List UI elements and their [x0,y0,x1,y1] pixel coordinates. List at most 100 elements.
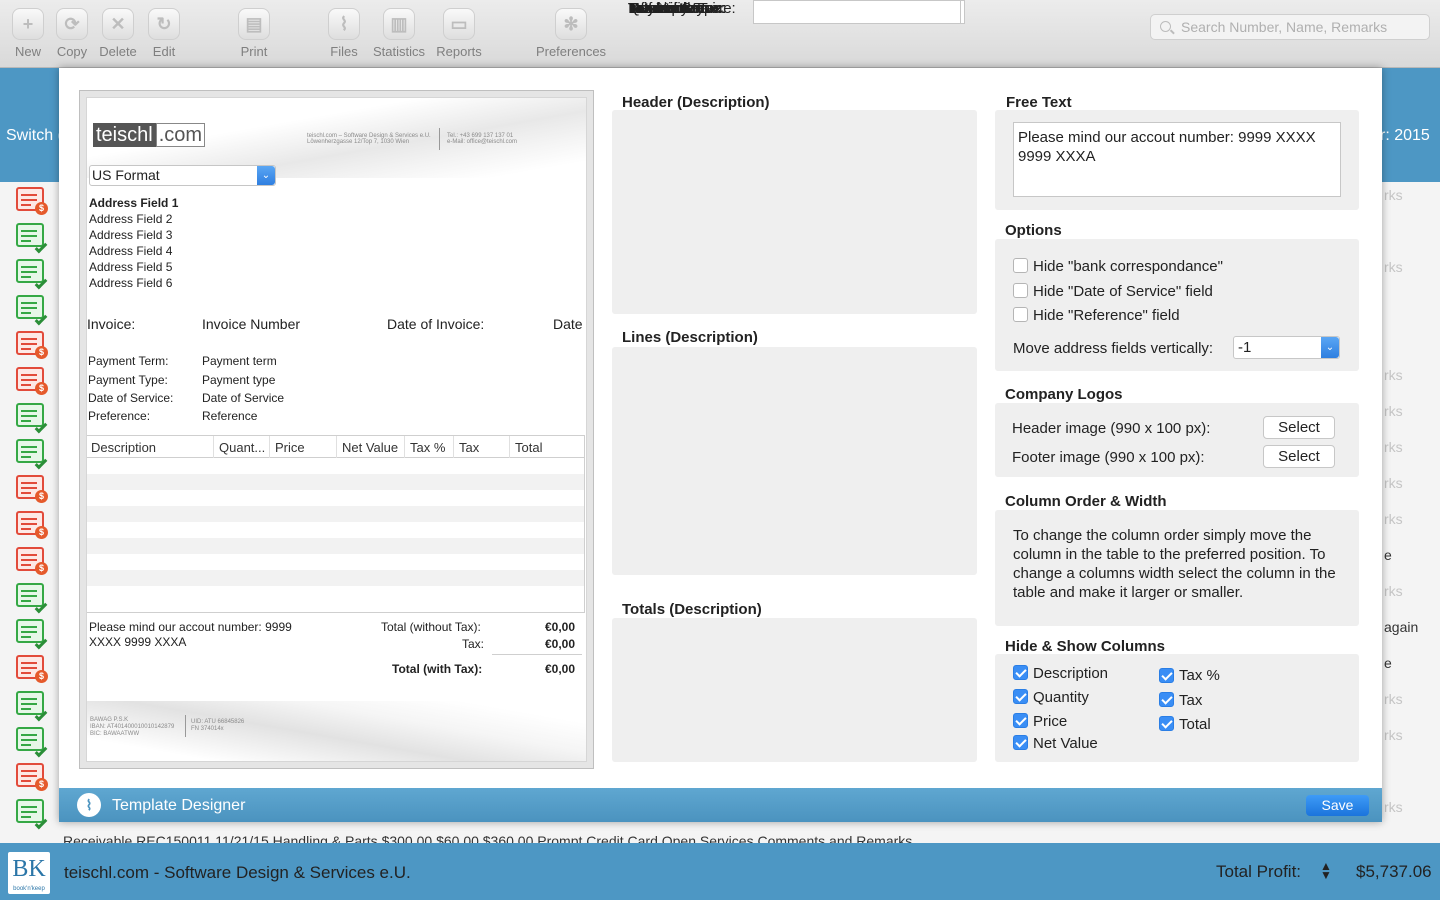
print-button[interactable]: ▤ Print [226,8,282,59]
totals-field-input-3[interactable] [753,0,961,24]
footer-image-select-button[interactable]: Select [1263,445,1335,468]
format-select[interactable]: US Format ⌄ [89,165,276,186]
plus-icon: + [12,8,44,40]
invoice-number: Invoice Number [202,316,301,332]
paid-invoice-icon[interactable] [16,727,48,758]
statistics-icon: ▥ [383,8,415,40]
footer-image-label: Footer image (990 x 100 px): [1012,449,1205,466]
save-button[interactable]: Save [1306,795,1369,816]
table-row[interactable]: Receivable REC150011 11/21/15 Handling &… [63,833,912,843]
address-field-6: Address Field 6 [89,276,173,290]
paid-invoice-icon[interactable] [16,259,48,290]
column-tax-percent[interactable]: Tax % [410,440,445,455]
move-address-label: Move address fields vertically: [1013,340,1214,357]
free-text-area[interactable]: Please mind our accout number: 9999 XXXX… [1013,122,1341,197]
reports-button[interactable]: ▭ Reports [431,8,487,59]
paid-invoice-icon[interactable] [16,295,48,326]
column-description[interactable]: Description [91,440,156,455]
column-total[interactable]: Total [515,440,542,455]
paid-invoice-icon[interactable] [16,799,48,830]
show-total-label: Total [1179,716,1211,733]
open-invoice-icon[interactable]: $ [16,367,48,395]
list-item: rks [1384,799,1403,815]
header-section-title: Header (Description) [622,94,770,111]
tax-label: Tax: [462,637,485,651]
delete-icon: ✕ [102,8,134,40]
column-order-title: Column Order & Width [1005,493,1167,510]
open-invoice-icon[interactable]: $ [16,763,48,791]
show-quantity-checkbox[interactable] [1013,689,1028,704]
list-item: rks [1384,691,1403,707]
preview-paper: teischl .com teischl.com – Software Desig… [86,97,587,762]
show-price-checkbox[interactable] [1013,713,1028,728]
footer-swoosh [87,701,586,761]
hide-reference-checkbox[interactable] [1013,307,1028,322]
footer-iban-line: IBAN: AT401400010010142879 [90,724,175,730]
show-price-label: Price [1033,713,1068,730]
statistics-button[interactable]: ▥ Statistics [364,8,434,59]
show-description-checkbox[interactable] [1013,665,1028,680]
hide-date-of-service-checkbox[interactable] [1013,283,1028,298]
show-description-label: Description [1033,665,1109,682]
move-address-select[interactable]: -1 ⌄ [1233,336,1340,359]
company-logo: teischl .com [93,123,206,147]
payment-term-label: Payment Term: [88,354,169,368]
column-tax[interactable]: Tax [459,440,479,455]
total-with-tax-value: €0,00 [545,662,576,676]
open-invoice-icon[interactable]: $ [16,475,48,503]
preview-lines-table[interactable]: Description Quant... Price Net Value Tax… [87,435,585,613]
open-invoice-icon[interactable]: $ [16,511,48,539]
open-invoice-icon[interactable]: $ [16,547,48,575]
edit-button[interactable]: ↻ Edit [136,8,192,59]
hide-reference-label: Hide "Reference" field [1033,307,1180,324]
hide-show-columns-title: Hide & Show Columns [1005,638,1166,655]
totals-field-label-3: Information: [628,0,708,17]
list-item: rks [1384,259,1403,275]
copy-icon: ⟳ [56,8,88,40]
total-without-tax-label: Total (without Tax): [381,620,481,634]
header-image-select-button[interactable]: Select [1263,416,1335,439]
switch-button[interactable]: Switch ( [6,127,63,145]
reports-icon: ▭ [443,8,475,40]
preference-label: Preference: [88,409,151,423]
total-without-tax-value: €0,00 [545,620,576,634]
column-price[interactable]: Price [275,440,305,455]
open-invoice-icon[interactable]: $ [16,187,48,215]
paid-invoice-icon[interactable] [16,583,48,614]
address-field-4: Address Field 4 [89,244,173,258]
hide-bank-checkbox[interactable] [1013,258,1028,273]
paperclip-icon: ⌇ [328,8,360,40]
table-header: Description Quant... Price Net Value Tax… [87,436,584,458]
paid-invoice-icon[interactable] [16,439,48,470]
preview-free-text: Please mind our accout number: 9999 XXXX… [89,620,292,649]
list-item: e [1384,547,1392,563]
footer-uid-line: UID: ATU 66845826 [191,719,245,725]
show-tax-checkbox[interactable] [1159,692,1174,707]
company-logos-title: Company Logos [1005,386,1123,403]
show-tax-label: Tax [1179,692,1203,709]
paid-invoice-icon[interactable] [16,223,48,254]
footer-bank-line: BAWAG P.S.K [90,717,129,723]
totals-section-title: Totals (Description) [622,601,762,618]
column-quantity[interactable]: Quant... [219,440,265,455]
total-with-tax-label: Total (with Tax): [392,662,483,676]
open-invoice-icon[interactable]: $ [16,655,48,683]
show-total-checkbox[interactable] [1159,716,1174,731]
gear-icon: ✻ [555,8,587,40]
header-section-panel [612,110,977,314]
address-field-2: Address Field 2 [89,212,173,226]
search-input[interactable]: Search Number, Name, Remarks [1150,14,1430,40]
footer-bic-line: BIC: BAWAATWW [90,731,140,737]
list-item: rks [1384,187,1403,203]
paid-invoice-icon[interactable] [16,691,48,722]
show-net-value-checkbox[interactable] [1013,735,1028,750]
open-invoice-icon[interactable]: $ [16,331,48,359]
paid-invoice-icon[interactable] [16,619,48,650]
show-tax-percent-checkbox[interactable] [1159,668,1174,683]
preferences-button[interactable]: ✻ Preferences [531,8,611,59]
column-net-value[interactable]: Net Value [342,440,398,455]
paid-invoice-icon[interactable] [16,403,48,434]
show-net-value-label: Net Value [1033,735,1098,752]
updown-chevron-icon[interactable]: ▲ ▼ [1320,860,1332,881]
list-item: rks [1384,475,1403,491]
